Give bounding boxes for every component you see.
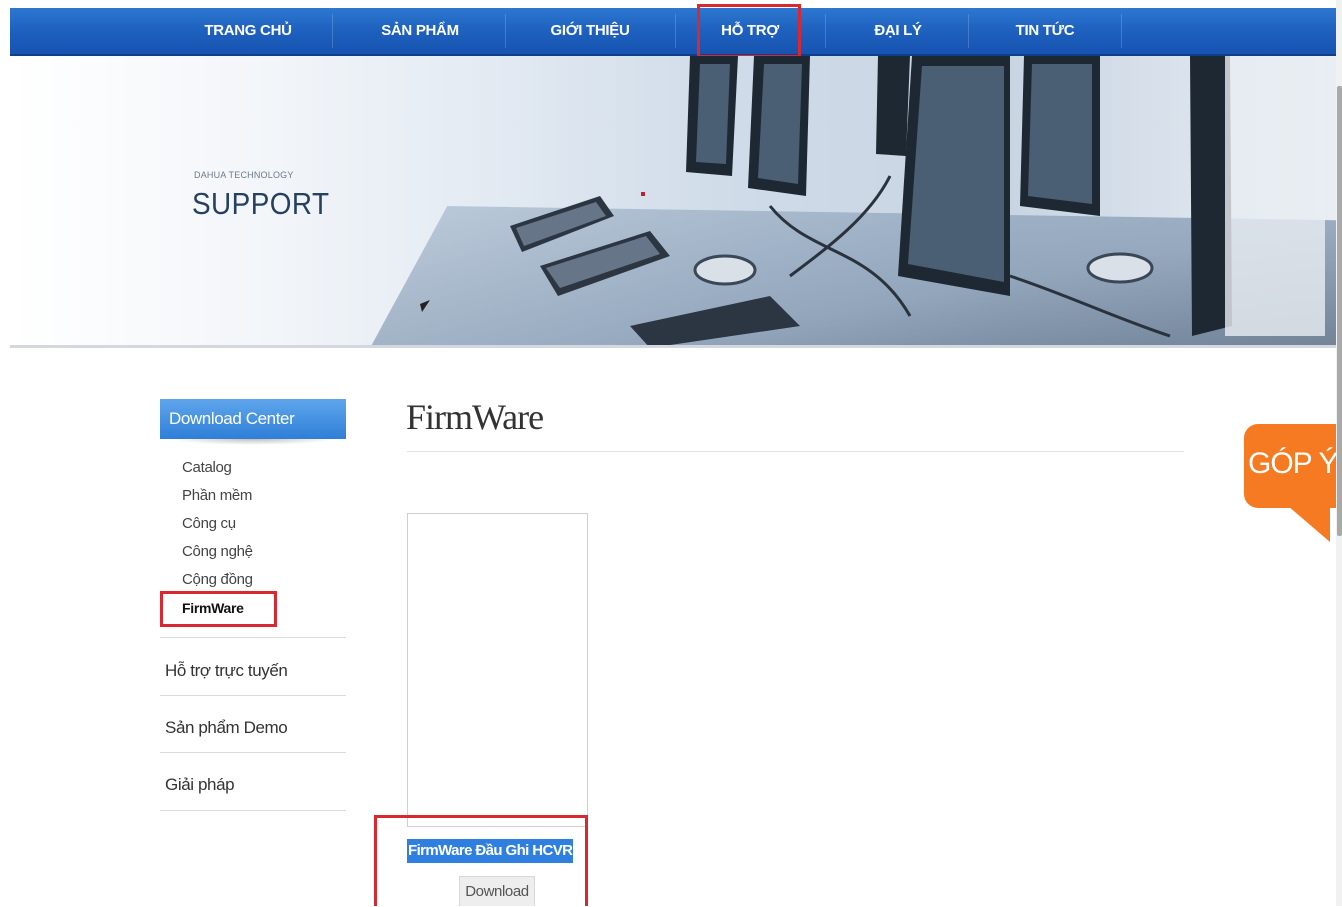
sidebar-item-technology[interactable]: Công nghệ bbox=[182, 542, 253, 562]
nav-divider bbox=[332, 14, 333, 48]
banner-brand-subtitle: DAHUA TECHNOLOGY bbox=[194, 170, 294, 180]
sidebar-divider bbox=[160, 810, 346, 811]
sidebar-item-tools[interactable]: Công cụ bbox=[182, 514, 236, 534]
page-scrollbar-thumb[interactable] bbox=[1337, 86, 1342, 536]
sidebar-item-catalog[interactable]: Catalog bbox=[182, 458, 232, 478]
top-navigation-bar: TRANG CHỦ SẢN PHẨM GIỚI THIỆU HỖ TRỢ ĐẠI… bbox=[10, 8, 1336, 56]
nav-divider bbox=[825, 14, 826, 48]
firmware-item-link[interactable]: FirmWare Đầu Ghi HCVR bbox=[407, 839, 574, 863]
download-center-header[interactable]: Download Center bbox=[160, 399, 346, 445]
nav-item-support[interactable]: HỖ TRỢ bbox=[682, 8, 818, 54]
banner-title: SUPPORT bbox=[192, 186, 330, 221]
nav-divider bbox=[1121, 14, 1122, 48]
nav-item-dealers[interactable]: ĐẠI LÝ bbox=[830, 8, 966, 54]
nav-divider bbox=[505, 14, 506, 48]
support-banner: DAHUA TECHNOLOGY SUPPORT bbox=[10, 56, 1336, 348]
banner-bottom-rule bbox=[10, 345, 1336, 348]
download-button[interactable]: Download bbox=[459, 876, 535, 906]
sidebar-item-firmware[interactable]: FirmWare bbox=[182, 598, 244, 618]
nav-item-news[interactable]: TIN TỨC bbox=[977, 8, 1113, 54]
firmware-thumbnail[interactable] bbox=[407, 513, 588, 827]
sidebar-divider bbox=[160, 695, 346, 696]
sidebar-divider bbox=[160, 752, 346, 753]
nav-divider bbox=[968, 14, 969, 48]
sidebar-divider bbox=[160, 637, 346, 638]
nav-item-products[interactable]: SẢN PHẨM bbox=[352, 8, 488, 54]
banner-red-dot bbox=[641, 192, 645, 196]
feedback-speech-tail bbox=[1288, 506, 1330, 542]
feedback-button[interactable]: GÓP Ý bbox=[1244, 424, 1336, 508]
sidebar-link-solutions[interactable]: Giải pháp bbox=[165, 773, 235, 797]
sidebar-item-community[interactable]: Cộng đồng bbox=[182, 570, 253, 590]
nav-item-home[interactable]: TRANG CHỦ bbox=[180, 8, 316, 54]
sidebar-link-online-support[interactable]: Hỗ trợ trực tuyến bbox=[165, 659, 288, 683]
nav-item-about[interactable]: GIỚI THIỆU bbox=[522, 8, 658, 54]
sidebar-link-demo-products[interactable]: Sản phẩm Demo bbox=[165, 716, 288, 740]
page-title: FirmWare bbox=[406, 397, 544, 437]
nav-divider bbox=[675, 14, 676, 48]
sidebar-item-software[interactable]: Phần mềm bbox=[182, 486, 252, 506]
title-divider bbox=[407, 451, 1184, 452]
